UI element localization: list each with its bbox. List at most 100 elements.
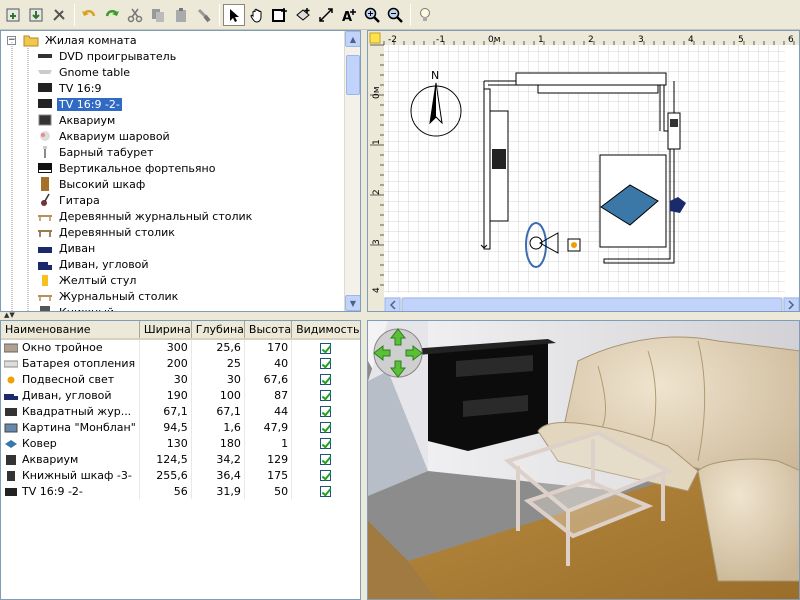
- cell-visibility: [291, 403, 360, 419]
- toolbar-separator: [410, 3, 411, 26]
- cell-depth: 31,9: [191, 483, 245, 499]
- window-icon: [3, 343, 19, 353]
- table-row[interactable]: Книжный шкаф -3- 255,6 36,4 175: [1, 467, 360, 483]
- undo-button[interactable]: [78, 4, 100, 26]
- column-header-width[interactable]: Ширина: [139, 321, 192, 340]
- plan-scroll-left-button[interactable]: [384, 297, 401, 312]
- visibility-checkbox[interactable]: [320, 374, 332, 385]
- visibility-checkbox[interactable]: [320, 390, 332, 401]
- ruler-x-label: -2: [388, 35, 397, 45]
- new-home-button[interactable]: [2, 4, 24, 26]
- tree-item[interactable]: Диван, угловой: [37, 256, 151, 272]
- redo-button[interactable]: [101, 4, 123, 26]
- scroll-down-button[interactable]: ▼: [345, 295, 360, 311]
- visibility-checkbox[interactable]: [320, 438, 332, 449]
- tree-item[interactable]: TV 16:9 -2-: [37, 96, 123, 112]
- tree-item[interactable]: TV 16:9: [37, 80, 103, 96]
- pan-mode-button[interactable]: [246, 4, 268, 26]
- select-mode-button[interactable]: [223, 3, 245, 26]
- visibility-checkbox[interactable]: [320, 454, 332, 465]
- navigation-arrows[interactable]: [373, 328, 423, 378]
- paste-button[interactable]: [170, 4, 192, 26]
- furniture-catalog-tree[interactable]: − Жилая комната DVD проигрыватель Gnome t…: [0, 30, 361, 312]
- table-row[interactable]: Аквариум 124,5 34,2 129: [1, 451, 360, 467]
- tree-item[interactable]: Диван: [37, 240, 97, 256]
- cell-name: Квадратный жур...: [1, 403, 140, 419]
- horizontal-splitter[interactable]: ▲▼: [0, 311, 362, 320]
- scroll-up-button[interactable]: ▲: [345, 31, 360, 47]
- tree-item[interactable]: Аквариум шаровой: [37, 128, 172, 144]
- tree-item[interactable]: Вертикальное фортепьяно: [37, 160, 217, 176]
- table-row[interactable]: Батарея отопления 200 25 40: [1, 355, 360, 371]
- tree-item-label: Желтый стул: [59, 273, 137, 287]
- dvd-player-icon: [37, 49, 53, 63]
- tree-item[interactable]: Аквариум: [37, 112, 117, 128]
- table-row[interactable]: TV 16:9 -2- 56 31,9 50: [1, 483, 360, 499]
- preferences-button[interactable]: [48, 4, 70, 26]
- cell-name: Подвесной свет: [1, 371, 140, 387]
- tree-item[interactable]: Барный табурет: [37, 144, 155, 160]
- table-row[interactable]: Подвесной свет 30 30 67,6: [1, 371, 360, 387]
- tree-scrollbar[interactable]: ▲ ▼: [344, 31, 360, 311]
- tree-item-label: Диван: [59, 241, 96, 255]
- delete-button[interactable]: [193, 4, 215, 26]
- visibility-checkbox[interactable]: [320, 406, 332, 417]
- cell-visibility: [291, 419, 360, 435]
- home-furniture-table[interactable]: Наименование Ширина Глубина Высота Видим…: [0, 320, 361, 600]
- create-walls-button[interactable]: [269, 4, 291, 26]
- visibility-checkbox[interactable]: [320, 358, 332, 369]
- table-row[interactable]: Ковер 130 180 1: [1, 435, 360, 451]
- radiator[interactable]: [537, 84, 659, 94]
- tree-item-label: DVD проигрыватель: [59, 49, 177, 63]
- visibility-checkbox[interactable]: [320, 342, 332, 354]
- tree-item[interactable]: Деревянный столик: [37, 224, 177, 240]
- pan-mode-icon: [250, 8, 262, 23]
- 3d-canvas[interactable]: [368, 321, 800, 600]
- aquarium-plan[interactable]: [492, 149, 506, 169]
- tree-item-label: Барный табурет: [59, 145, 154, 159]
- plan-view[interactable]: -2 -1 0м 1 2 3 4 5 6 0м 1 2 3 4 N: [367, 30, 800, 312]
- tree-item[interactable]: Деревянный журнальный столик: [37, 208, 254, 224]
- tree-item[interactable]: Журнальный столик: [37, 288, 180, 304]
- add-text-button[interactable]: A: [338, 4, 360, 26]
- tree-item[interactable]: Желтый стул: [37, 272, 138, 288]
- column-header-height[interactable]: Высота: [244, 321, 293, 340]
- tree-item[interactable]: Gnome table: [37, 64, 132, 80]
- copy-button[interactable]: [147, 4, 169, 26]
- column-header-name[interactable]: Наименование: [1, 321, 140, 340]
- create-dimensions-button[interactable]: [315, 4, 337, 26]
- ruler-x-label: 0м: [488, 35, 501, 45]
- window-triple[interactable]: [515, 72, 667, 86]
- ruler-x-label: 2: [588, 35, 594, 45]
- scroll-thumb[interactable]: [346, 55, 360, 95]
- 3d-view[interactable]: [367, 320, 800, 600]
- table-row[interactable]: Окно тройное 300 25,6 170: [1, 339, 360, 355]
- plan-canvas[interactable]: -2 -1 0м 1 2 3 4 5 6 0м 1 2 3 4 N: [368, 31, 800, 312]
- ruler-corner-icon: [369, 32, 381, 44]
- tv-plan[interactable]: [667, 112, 681, 150]
- column-header-depth[interactable]: Глубина: [191, 321, 245, 340]
- cell-depth: 36,4: [191, 467, 245, 483]
- column-header-visibility[interactable]: Видимость: [291, 321, 360, 340]
- cut-button[interactable]: [124, 4, 146, 26]
- table-row[interactable]: Квадратный жур... 67,1 67,1 44: [1, 403, 360, 419]
- visibility-checkbox[interactable]: [320, 470, 332, 481]
- tree-item[interactable]: Высокий шкаф: [37, 176, 147, 192]
- tree-item[interactable]: DVD проигрыватель: [37, 48, 178, 64]
- table-row[interactable]: Картина "Монблан" 94,5 1,6 47,9: [1, 419, 360, 435]
- create-rooms-button[interactable]: [292, 4, 314, 26]
- painting-icon: [4, 423, 18, 433]
- plan-scroll-right-button[interactable]: [783, 297, 799, 312]
- tree-item[interactable]: Книжный ...: [37, 304, 130, 311]
- zoom-out-button[interactable]: [384, 4, 406, 26]
- visibility-checkbox[interactable]: [320, 422, 332, 433]
- tree-item[interactable]: Гитара: [37, 192, 102, 208]
- table-row[interactable]: Диван, угловой 190 100 87: [1, 387, 360, 403]
- zoom-in-button[interactable]: [361, 4, 383, 26]
- zoom-in-icon: [364, 7, 380, 23]
- visibility-checkbox[interactable]: [320, 486, 332, 497]
- open-button[interactable]: [25, 4, 47, 26]
- splitter-arrows-icon[interactable]: ▲▼: [4, 311, 15, 319]
- tips-button[interactable]: [414, 4, 436, 26]
- plan-scroll-thumb[interactable]: [401, 297, 783, 312]
